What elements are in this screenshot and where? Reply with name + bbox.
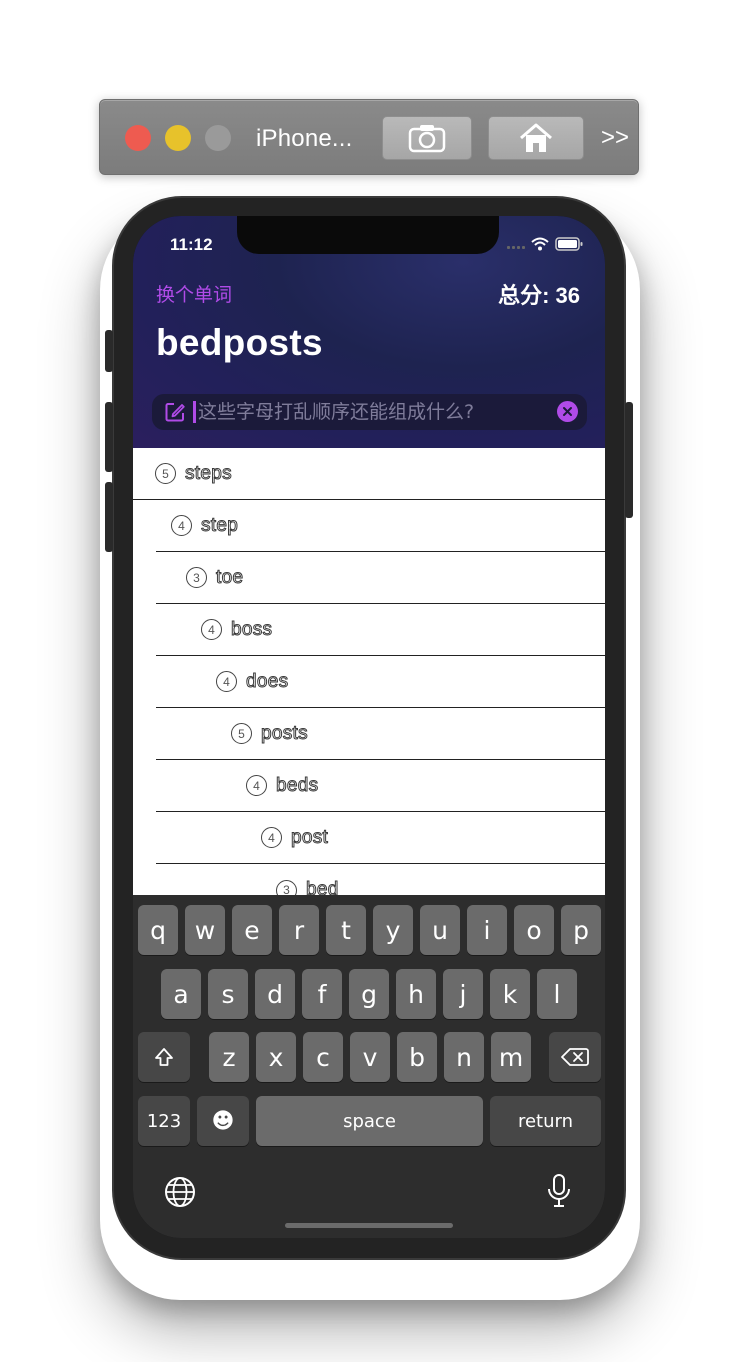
word-label: posts	[261, 722, 309, 744]
key-j[interactable]: j	[443, 969, 483, 1019]
numbers-key[interactable]: 123	[138, 1096, 190, 1146]
notch	[237, 216, 499, 254]
key-q[interactable]: q	[138, 905, 178, 955]
key-k[interactable]: k	[490, 969, 530, 1019]
space-key[interactable]: space	[256, 1096, 483, 1146]
globe-icon[interactable]	[163, 1175, 197, 1209]
list-item[interactable]: 4 boss	[156, 604, 605, 656]
key-d[interactable]: d	[255, 969, 295, 1019]
key-y[interactable]: y	[373, 905, 413, 955]
zoom-window-button[interactable]	[205, 125, 231, 151]
key-a[interactable]: a	[161, 969, 201, 1019]
edit-icon	[165, 403, 185, 422]
key-b[interactable]: b	[397, 1032, 437, 1082]
answer-input[interactable]	[196, 397, 551, 427]
word-label: beds	[275, 774, 319, 796]
score-badge: 3	[276, 879, 297, 895]
list-item[interactable]: 5 steps	[133, 448, 605, 500]
shift-icon	[155, 1048, 173, 1066]
key-l[interactable]: l	[537, 969, 577, 1019]
home-button[interactable]	[488, 116, 584, 160]
backspace-icon	[561, 1048, 589, 1066]
score-badge: 4	[261, 827, 282, 848]
key-v[interactable]: v	[350, 1032, 390, 1082]
score-badge: 5	[155, 463, 176, 484]
score-badge: 4	[216, 671, 237, 692]
key-m[interactable]: m	[491, 1032, 531, 1082]
camera-icon	[408, 125, 446, 153]
more-toolbar-button[interactable]: >>	[600, 120, 630, 156]
key-z[interactable]: z	[209, 1032, 249, 1082]
close-window-button[interactable]	[125, 125, 151, 151]
delete-key[interactable]	[549, 1032, 601, 1082]
shift-key[interactable]	[138, 1032, 190, 1082]
key-i[interactable]: i	[467, 905, 507, 955]
key-g[interactable]: g	[349, 969, 389, 1019]
list-item[interactable]: 3 bed	[156, 864, 605, 895]
list-item[interactable]: 4 post	[156, 812, 605, 864]
list-item[interactable]: 4 does	[156, 656, 605, 708]
answer-field-container[interactable]	[152, 394, 587, 430]
clear-button[interactable]	[557, 401, 578, 422]
status-time: 11:12	[170, 235, 213, 254]
word-label: does	[245, 670, 289, 692]
key-s[interactable]: s	[208, 969, 248, 1019]
status-icons	[507, 236, 583, 252]
key-x[interactable]: x	[256, 1032, 296, 1082]
score-badge: 4	[201, 619, 222, 640]
found-words-list[interactable]: 5 steps 4 step 3 toe 4 boss 4 does 5 posts 4 beds 4 pos…	[133, 448, 605, 895]
phone-screen: 11:12 换个单词 总分: 36 bedposts 这些字母打乱顺序还能组成什…	[133, 216, 605, 1238]
power-button	[625, 402, 633, 518]
volume-up-button	[105, 402, 113, 472]
score-badge: 4	[171, 515, 192, 536]
home-icon	[520, 123, 552, 152]
list-item[interactable]: 5 posts	[156, 708, 605, 760]
score-badge: 5	[231, 723, 252, 744]
key-f[interactable]: f	[302, 969, 342, 1019]
key-w[interactable]: w	[185, 905, 225, 955]
word-label: toe	[215, 566, 244, 588]
key-p[interactable]: p	[561, 905, 601, 955]
word-label: bed	[306, 879, 339, 896]
battery-icon	[555, 237, 583, 251]
list-item[interactable]: 4 step	[156, 500, 605, 552]
app-header: 11:12 换个单词 总分: 36 bedposts	[133, 216, 605, 448]
key-h[interactable]: h	[396, 969, 436, 1019]
minimize-window-button[interactable]	[165, 125, 191, 151]
word-label: boss	[230, 618, 273, 640]
return-key[interactable]: return	[490, 1096, 601, 1146]
score-badge: 4	[246, 775, 267, 796]
list-item[interactable]: 4 beds	[156, 760, 605, 812]
volume-down-button	[105, 482, 113, 552]
word-label: post	[290, 826, 329, 848]
list-item[interactable]: 3 toe	[156, 552, 605, 604]
key-c[interactable]: c	[303, 1032, 343, 1082]
page-title: bedposts	[156, 322, 323, 363]
emoji-key[interactable]: ☻	[197, 1096, 249, 1146]
keyboard: 123 ☻ space return qwertyuiop asdfghjkl zx…	[133, 895, 605, 1238]
word-label: step	[200, 514, 239, 536]
key-o[interactable]: o	[514, 905, 554, 955]
cellular-signal-icon	[507, 239, 525, 249]
home-indicator	[285, 1223, 453, 1228]
close-icon	[563, 407, 572, 416]
key-u[interactable]: u	[420, 905, 460, 955]
mute-switch	[105, 330, 113, 372]
screenshot-button[interactable]	[382, 116, 472, 160]
simulator-toolbar: iPhone... >>	[99, 99, 639, 175]
key-n[interactable]: n	[444, 1032, 484, 1082]
word-label: steps	[185, 462, 233, 484]
change-word-button[interactable]: 换个单词	[156, 280, 232, 307]
wifi-icon	[531, 237, 549, 251]
simulator-title: iPhone...	[256, 125, 353, 152]
score-badge: 3	[186, 567, 207, 588]
key-t[interactable]: t	[326, 905, 366, 955]
microphone-icon[interactable]	[546, 1173, 572, 1209]
key-e[interactable]: e	[232, 905, 272, 955]
total-score: 总分: 36	[498, 283, 580, 308]
key-r[interactable]: r	[279, 905, 319, 955]
